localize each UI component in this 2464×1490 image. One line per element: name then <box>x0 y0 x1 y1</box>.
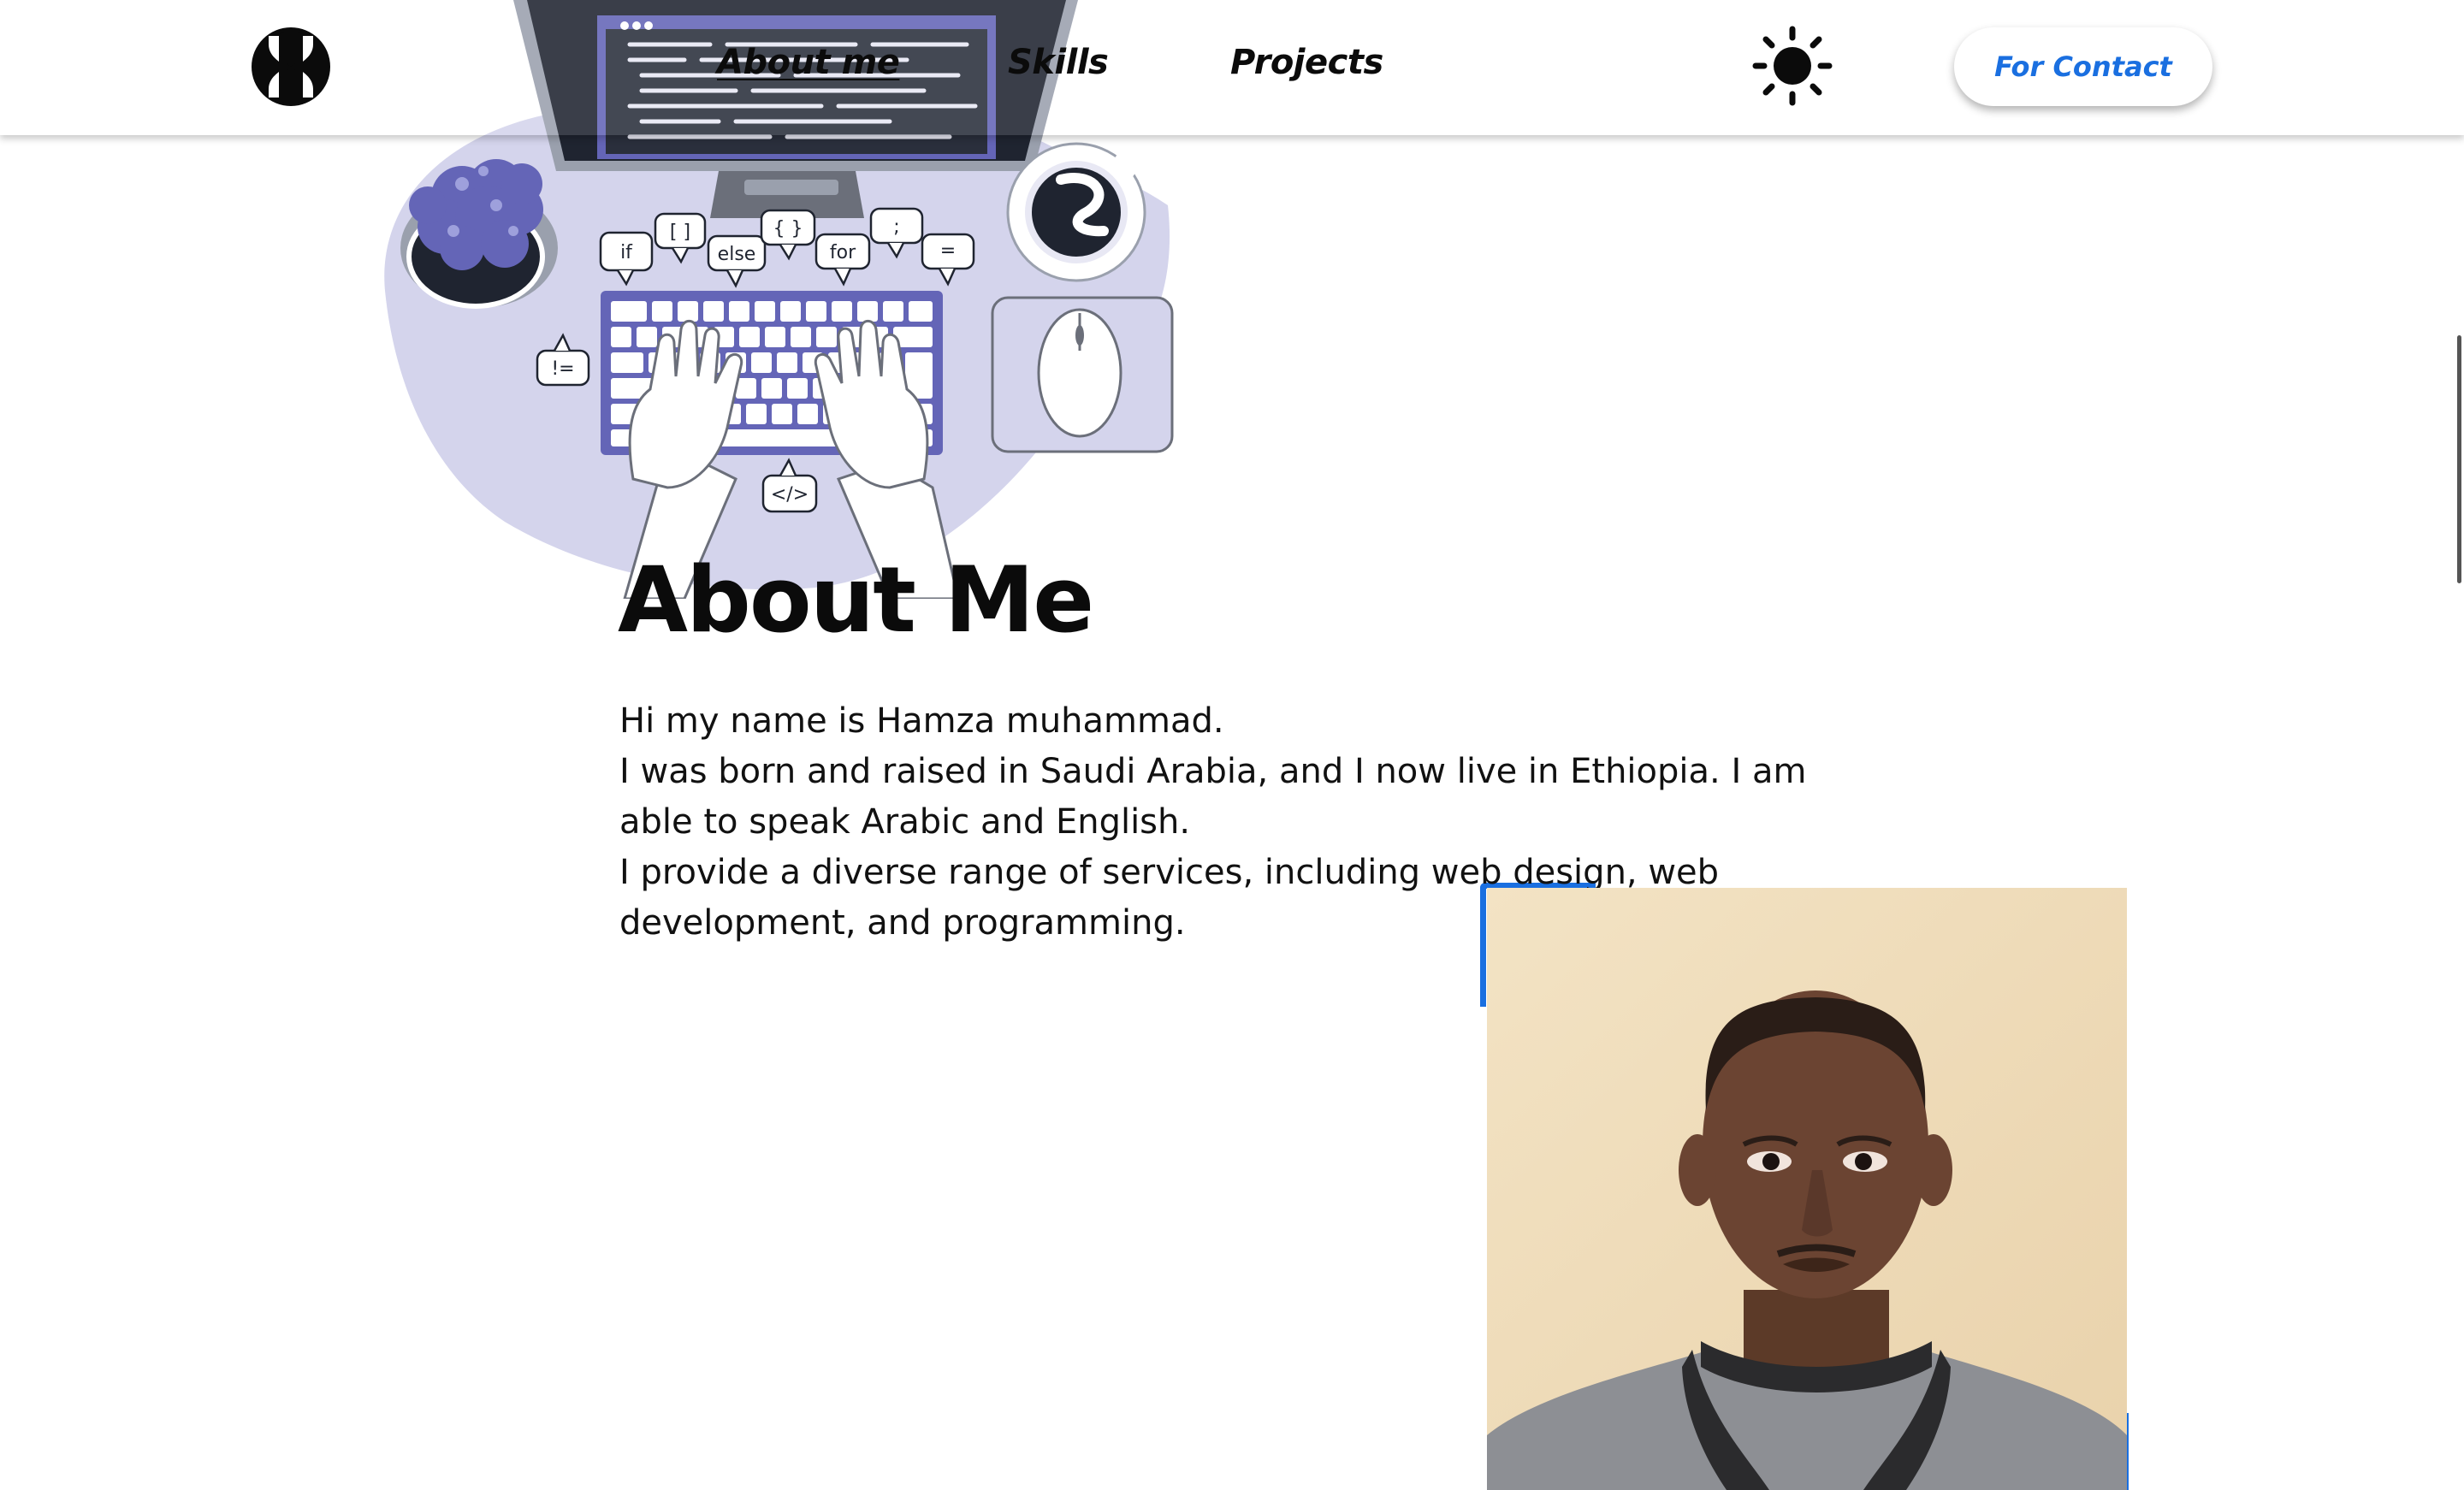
page-scrollbar[interactable] <box>2457 335 2461 583</box>
about-paragraph: Hi my name is Hamza muhammad. <box>619 701 1224 741</box>
nav-skills[interactable]: Skills <box>1008 43 1109 82</box>
hourglass-logo-icon[interactable] <box>250 26 332 108</box>
svg-text:if: if <box>620 242 633 263</box>
sun-icon[interactable] <box>1752 26 1833 106</box>
site-header: About me Skills Projects For Contact <box>0 0 2464 135</box>
profile-photo <box>1487 888 2127 1490</box>
svg-text:for: for <box>830 242 856 263</box>
svg-text:!=: != <box>551 358 574 380</box>
svg-text:;: ; <box>893 216 899 238</box>
nav-about-me[interactable]: About me <box>717 43 900 82</box>
svg-text:</>: </> <box>771 484 808 506</box>
about-title: About Me <box>618 547 1094 653</box>
about-paragraph: I was born and raised in Saudi Arabia, a… <box>619 752 1807 842</box>
contact-button[interactable]: For Contact <box>1954 27 2212 106</box>
nav-projects[interactable]: Projects <box>1230 43 1383 82</box>
svg-text:=: = <box>940 240 956 262</box>
svg-text:{ }: { } <box>773 218 803 239</box>
svg-text:else: else <box>718 244 756 265</box>
svg-text:[ ]: [ ] <box>670 222 690 243</box>
